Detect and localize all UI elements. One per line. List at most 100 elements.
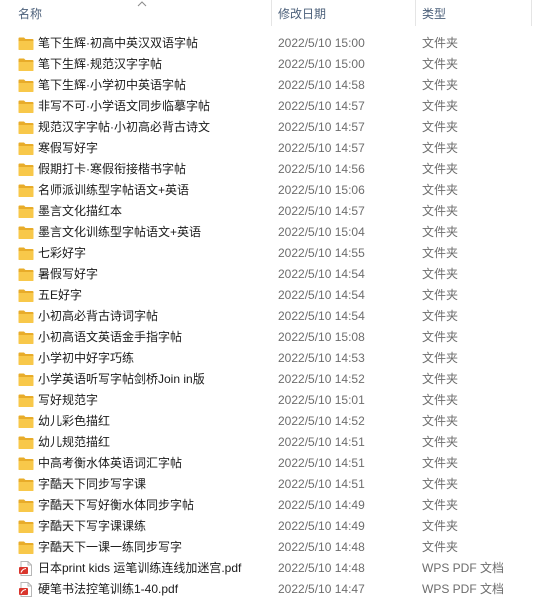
column-header-date[interactable]: 修改日期: [278, 0, 326, 28]
folder-icon: [18, 57, 34, 72]
file-row[interactable]: 墨言文化描红本 2022/5/10 14:57 文件夹: [0, 201, 541, 222]
file-modified-date: 2022/5/10 14:47: [278, 582, 365, 596]
folder-icon: [18, 183, 34, 198]
file-type: 文件夹: [422, 351, 459, 365]
file-type: WPS PDF 文档: [422, 561, 505, 575]
file-row[interactable]: 笔下生辉·规范汉字字帖 2022/5/10 15:00 文件夹: [0, 54, 541, 75]
file-modified-date: 2022/5/10 14:51: [278, 435, 365, 449]
file-name[interactable]: 假期打卡·寒假衔接楷书字帖: [38, 159, 186, 180]
file-type: 文件夹: [422, 330, 459, 344]
folder-icon: [18, 99, 34, 114]
file-name[interactable]: 笔下生辉·初高中英汉双语字帖: [38, 33, 198, 54]
file-row[interactable]: 日本print kids 运笔训练连线加迷宫.pdf 2022/5/10 14:4…: [0, 558, 541, 579]
file-name[interactable]: 笔下生辉·规范汉字字帖: [38, 54, 162, 75]
file-row[interactable]: 非写不可·小学语文同步临摹字帖 2022/5/10 14:57 文件夹: [0, 96, 541, 117]
column-divider[interactable]: [415, 0, 416, 26]
folder-icon: [18, 141, 34, 156]
file-row[interactable]: 小学英语听写字帖剑桥Join in版 2022/5/10 14:52 文件夹: [0, 369, 541, 390]
file-row[interactable]: 小学初中好字巧练 2022/5/10 14:53 文件夹: [0, 348, 541, 369]
file-row[interactable]: 寒假写好字 2022/5/10 14:57 文件夹: [0, 138, 541, 159]
file-name[interactable]: 规范汉字字帖·小初高必背古诗文: [38, 117, 210, 138]
file-list: 笔下生辉·初高中英汉双语字帖 2022/5/10 15:00 文件夹 笔下生辉·规范汉…: [0, 33, 541, 600]
column-divider[interactable]: [531, 0, 532, 26]
file-modified-date: 2022/5/10 14:58: [278, 78, 365, 92]
file-type: 文件夹: [422, 372, 459, 386]
file-name[interactable]: 字酷天下写好衡水体同步字帖: [38, 495, 194, 516]
file-name[interactable]: 写好规范字: [38, 390, 98, 411]
file-name[interactable]: 寒假写好字: [38, 138, 98, 159]
file-row[interactable]: 字酷天下写好衡水体同步字帖 2022/5/10 14:49 文件夹: [0, 495, 541, 516]
folder-icon: [18, 36, 34, 51]
file-name[interactable]: 中高考衡水体英语词汇字帖: [38, 453, 182, 474]
file-name[interactable]: 墨言文化描红本: [38, 201, 122, 222]
file-type: 文件夹: [422, 183, 459, 197]
file-row[interactable]: 硬笔书法控笔训练1-40.pdf 2022/5/10 14:47 WPS PDF 文…: [0, 579, 541, 600]
file-name[interactable]: 幼儿彩色描红: [38, 411, 110, 432]
file-row[interactable]: 笔下生辉·初高中英汉双语字帖 2022/5/10 15:00 文件夹: [0, 33, 541, 54]
file-name[interactable]: 小初高语文英语金手指字帖: [38, 327, 182, 348]
pdf-icon: [18, 561, 34, 576]
file-name[interactable]: 日本print kids 运笔训练连线加迷宫.pdf: [38, 558, 241, 579]
file-modified-date: 2022/5/10 14:57: [278, 99, 365, 113]
file-name[interactable]: 字酷天下写字课课练: [38, 516, 146, 537]
file-modified-date: 2022/5/10 14:54: [278, 267, 365, 281]
file-name[interactable]: 非写不可·小学语文同步临摹字帖: [38, 96, 210, 117]
file-row[interactable]: 中高考衡水体英语词汇字帖 2022/5/10 14:51 文件夹: [0, 453, 541, 474]
folder-icon: [18, 372, 34, 387]
file-type: 文件夹: [422, 57, 459, 71]
file-type: 文件夹: [422, 393, 459, 407]
file-row[interactable]: 假期打卡·寒假衔接楷书字帖 2022/5/10 14:56 文件夹: [0, 159, 541, 180]
file-name[interactable]: 幼儿规范描红: [38, 432, 110, 453]
column-header-name[interactable]: 名称: [18, 0, 42, 28]
file-row[interactable]: 规范汉字字帖·小初高必背古诗文 2022/5/10 14:57 文件夹: [0, 117, 541, 138]
file-row[interactable]: 字酷天下同步写字课 2022/5/10 14:51 文件夹: [0, 474, 541, 495]
file-name[interactable]: 硬笔书法控笔训练1-40.pdf: [38, 579, 178, 600]
file-row[interactable]: 小初高必背古诗词字帖 2022/5/10 14:54 文件夹: [0, 306, 541, 327]
file-name[interactable]: 名师派训练型字帖语文+英语: [38, 180, 189, 201]
file-name[interactable]: 笔下生辉·小学初中英语字帖: [38, 75, 186, 96]
file-row[interactable]: 墨言文化训练型字帖语文+英语 2022/5/10 15:04 文件夹: [0, 222, 541, 243]
file-row[interactable]: 幼儿规范描红 2022/5/10 14:51 文件夹: [0, 432, 541, 453]
file-name[interactable]: 小初高必背古诗词字帖: [38, 306, 158, 327]
file-name[interactable]: 字酷天下同步写字课: [38, 474, 146, 495]
file-row[interactable]: 五E好字 2022/5/10 14:54 文件夹: [0, 285, 541, 306]
file-row[interactable]: 字酷天下写字课课练 2022/5/10 14:49 文件夹: [0, 516, 541, 537]
file-modified-date: 2022/5/10 14:57: [278, 204, 365, 218]
file-type: 文件夹: [422, 78, 459, 92]
file-name[interactable]: 小学初中好字巧练: [38, 348, 134, 369]
folder-icon: [18, 330, 34, 345]
file-modified-date: 2022/5/10 14:56: [278, 162, 365, 176]
file-type: 文件夹: [422, 288, 459, 302]
file-row[interactable]: 字酷天下一课一练同步写字 2022/5/10 14:48 文件夹: [0, 537, 541, 558]
file-modified-date: 2022/5/10 15:08: [278, 330, 365, 344]
column-header-type[interactable]: 类型: [422, 0, 446, 28]
file-name[interactable]: 暑假写好字: [38, 264, 98, 285]
file-modified-date: 2022/5/10 14:54: [278, 309, 365, 323]
file-row[interactable]: 写好规范字 2022/5/10 15:01 文件夹: [0, 390, 541, 411]
file-type: 文件夹: [422, 225, 459, 239]
file-row[interactable]: 小初高语文英语金手指字帖 2022/5/10 15:08 文件夹: [0, 327, 541, 348]
file-row[interactable]: 暑假写好字 2022/5/10 14:54 文件夹: [0, 264, 541, 285]
folder-icon: [18, 351, 34, 366]
file-type: 文件夹: [422, 414, 459, 428]
file-name[interactable]: 小学英语听写字帖剑桥Join in版: [38, 369, 205, 390]
file-row[interactable]: 笔下生辉·小学初中英语字帖 2022/5/10 14:58 文件夹: [0, 75, 541, 96]
file-modified-date: 2022/5/10 15:04: [278, 225, 365, 239]
file-name[interactable]: 墨言文化训练型字帖语文+英语: [38, 222, 201, 243]
file-type: 文件夹: [422, 477, 459, 491]
folder-icon: [18, 288, 34, 303]
file-type: 文件夹: [422, 36, 459, 50]
file-row[interactable]: 幼儿彩色描红 2022/5/10 14:52 文件夹: [0, 411, 541, 432]
file-name[interactable]: 字酷天下一课一练同步写字: [38, 537, 182, 558]
file-row[interactable]: 七彩好字 2022/5/10 14:55 文件夹: [0, 243, 541, 264]
file-type: 文件夹: [422, 246, 459, 260]
sort-ascending-icon[interactable]: [136, 0, 148, 7]
file-type: 文件夹: [422, 309, 459, 323]
file-modified-date: 2022/5/10 15:00: [278, 36, 365, 50]
file-name[interactable]: 七彩好字: [38, 243, 86, 264]
file-name[interactable]: 五E好字: [38, 285, 82, 306]
file-row[interactable]: 名师派训练型字帖语文+英语 2022/5/10 15:06 文件夹: [0, 180, 541, 201]
file-type: 文件夹: [422, 435, 459, 449]
folder-icon: [18, 162, 34, 177]
column-divider[interactable]: [271, 0, 272, 26]
